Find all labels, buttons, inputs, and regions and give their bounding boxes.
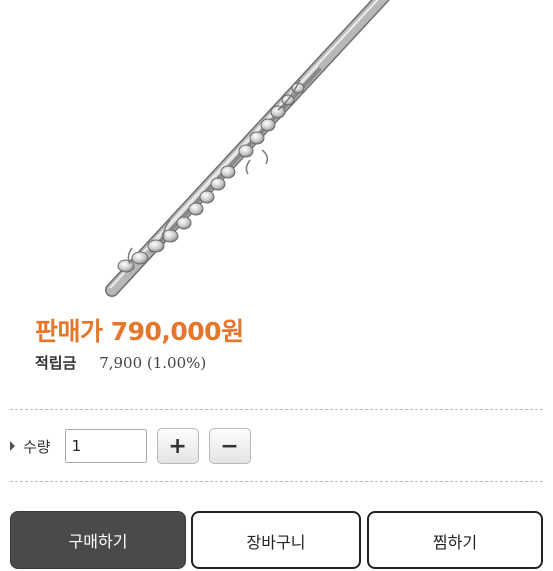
buy-now-button[interactable]: 구매하기 — [10, 511, 186, 569]
quantity-label: 수량 — [23, 437, 51, 456]
quantity-row: 수량 + − — [10, 426, 251, 466]
flute-product-image — [105, 0, 390, 297]
reward-points-value: 7,900 (1.00%) — [99, 354, 207, 372]
reward-points-row: 적립금 7,900 (1.00%) — [35, 352, 206, 373]
divider — [10, 481, 543, 482]
quantity-decrease-button[interactable]: − — [208, 428, 251, 464]
action-buttons: 구매하기 장바구니 찜하기 — [10, 511, 543, 571]
reward-points-label: 적립금 — [35, 354, 77, 372]
caret-right-icon — [10, 441, 15, 451]
divider — [10, 409, 543, 410]
quantity-input[interactable] — [64, 429, 147, 463]
wishlist-button[interactable]: 찜하기 — [367, 511, 543, 569]
add-to-cart-button[interactable]: 장바구니 — [191, 511, 361, 569]
product-price: 판매가 790,000원 — [35, 317, 244, 346]
quantity-increase-button[interactable]: + — [156, 428, 199, 464]
